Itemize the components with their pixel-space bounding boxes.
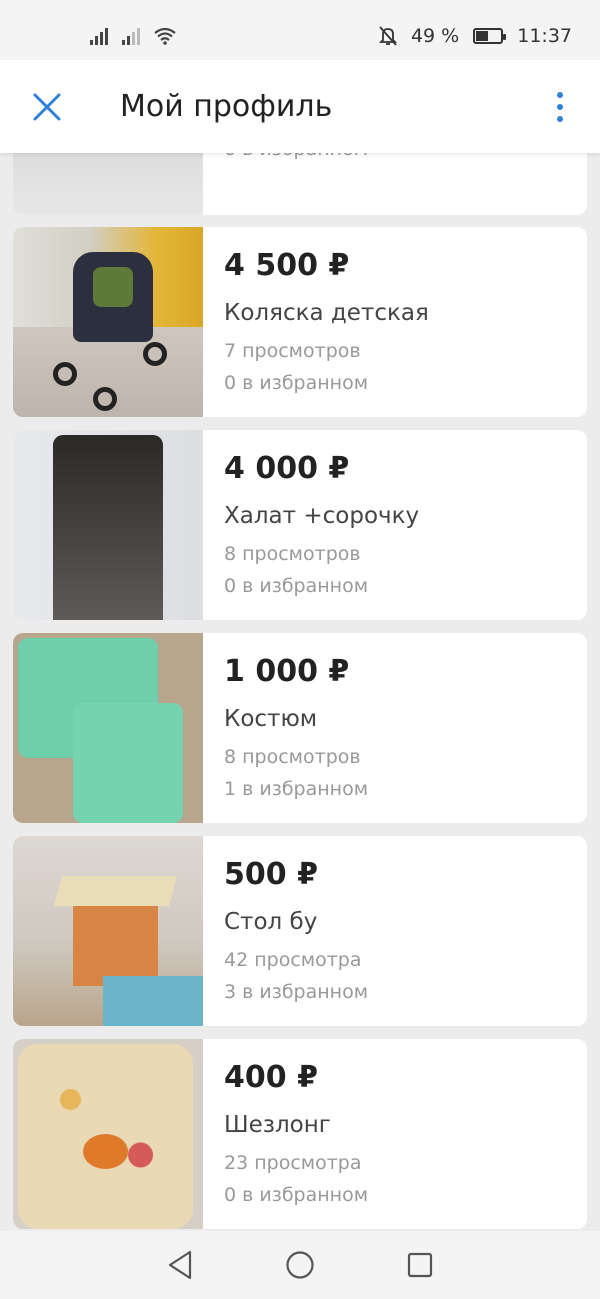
listing-info: 0 в избранном: [203, 153, 368, 215]
listing-title: Коляска детская: [224, 300, 429, 326]
listing-price: 1 000 ₽: [224, 654, 350, 689]
listing-photo-lounger: [13, 1039, 203, 1229]
status-left: [90, 27, 176, 45]
nav-recents-button[interactable]: [390, 1235, 450, 1295]
listing-info: 4 500 ₽ Коляска детская 7 просмотров 0 в…: [203, 227, 429, 417]
more-options-button[interactable]: [520, 60, 600, 153]
listing-info: 4 000 ₽ Халат +сорочку 8 просмотров 0 в …: [203, 430, 419, 620]
close-button[interactable]: [0, 60, 94, 153]
listing-photo-shoes: [13, 153, 203, 215]
listing-favorites: 0 в избранном: [224, 153, 368, 165]
listing-card[interactable]: 400 ₽ Шезлонг 23 просмотра 0 в избранном: [13, 1039, 587, 1229]
listing-photo-table: [13, 836, 203, 1026]
nav-home-icon: [286, 1251, 314, 1279]
listing-title: Костюм: [224, 706, 318, 732]
listing-price: 500 ₽: [224, 857, 318, 892]
nav-back-icon: [168, 1250, 192, 1280]
listing-card[interactable]: 4 500 ₽ Коляска детская 7 просмотров 0 в…: [13, 227, 587, 417]
clock: 11:37: [517, 25, 572, 47]
listing-card[interactable]: 1 000 ₽ Костюм 8 просмотров 1 в избранно…: [13, 633, 587, 823]
battery-icon: [473, 28, 507, 44]
listing-card[interactable]: 500 ₽ Стол бу 42 просмотра 3 в избранном: [13, 836, 587, 1026]
battery-percent: 49 %: [410, 25, 460, 47]
listing-info: 1 000 ₽ Костюм 8 просмотров 1 в избранно…: [203, 633, 368, 823]
listing-favorites: 3 в избранном: [224, 981, 369, 1003]
nav-recents-icon: [407, 1252, 433, 1278]
listing-views: 42 просмотра: [224, 949, 362, 971]
system-nav-bar: [0, 1231, 600, 1299]
listing-card[interactable]: 4 000 ₽ Халат +сорочку 8 просмотров 0 в …: [13, 430, 587, 620]
status-right: 49 % 11:37: [378, 25, 572, 47]
listing-views: 7 просмотров: [224, 340, 361, 362]
more-vert-icon: [557, 91, 563, 122]
listing-info: 500 ₽ Стол бу 42 просмотра 3 в избранном: [203, 836, 368, 1026]
wifi-icon: [154, 27, 176, 45]
listing-favorites: 1 в избранном: [224, 778, 369, 800]
nav-back-button[interactable]: [150, 1235, 210, 1295]
listing-photo-robe: [13, 430, 203, 620]
signal-icon: [90, 27, 108, 45]
bell-muted-icon: [378, 26, 397, 46]
close-icon: [33, 93, 61, 120]
listing-price: 4 000 ₽: [224, 451, 350, 486]
nav-home-button[interactable]: [270, 1235, 330, 1295]
app-header: Мой профиль: [0, 60, 600, 153]
listing-title: Халат +сорочку: [224, 503, 420, 529]
page-title: Мой профиль: [120, 89, 333, 124]
listing-favorites: 0 в избранном: [224, 575, 369, 597]
listing-photo-suit: [13, 633, 203, 823]
listing-favorites: 0 в избранном: [224, 1184, 369, 1206]
listing-views: 8 просмотров: [224, 746, 361, 768]
listing-title: Шезлонг: [224, 1112, 331, 1138]
listing-views: 8 просмотров: [224, 543, 361, 565]
listing-card[interactable]: 0 в избранном: [13, 153, 587, 215]
listing-title: Стол бу: [224, 909, 318, 935]
signal-icon-2: [122, 27, 140, 45]
listing-favorites: 0 в избранном: [224, 372, 369, 394]
listings-list[interactable]: 0 в избранном 4 500 ₽ Коляска детская 7 …: [13, 153, 587, 1231]
listing-price: 4 500 ₽: [224, 248, 350, 283]
listing-price: 400 ₽: [224, 1060, 318, 1095]
listing-photo-stroller: [13, 227, 203, 417]
listing-views: 23 просмотра: [224, 1152, 362, 1174]
listing-info: 400 ₽ Шезлонг 23 просмотра 0 в избранном: [203, 1039, 368, 1229]
